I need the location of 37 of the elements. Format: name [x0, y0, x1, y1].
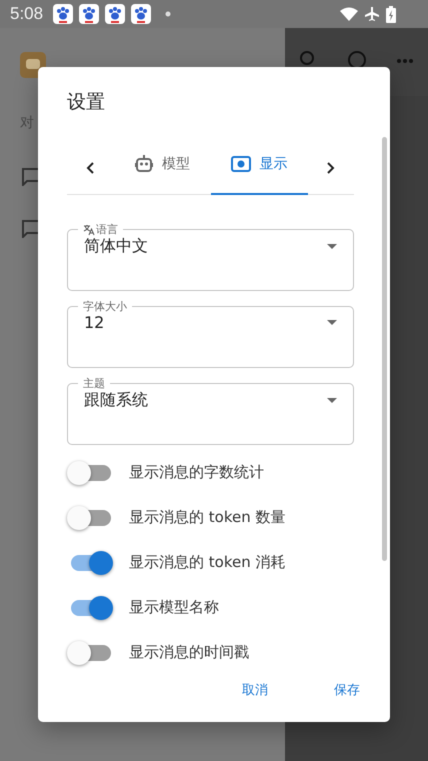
robot-icon	[134, 154, 154, 174]
paw-icon	[79, 4, 100, 24]
select-field[interactable]: 主题 跟随系统	[67, 377, 354, 445]
status-time: 5:08	[10, 4, 44, 24]
field-value: 简体中文	[84, 236, 148, 257]
dropdown-icon	[327, 244, 337, 249]
paw-icon	[53, 4, 74, 24]
paw-icon	[131, 4, 152, 24]
switch-label: 显示消息的 token 数量	[129, 508, 286, 527]
switch-label: 显示模型名称	[129, 598, 219, 617]
dialog-button[interactable]: 保存	[326, 675, 368, 705]
battery-icon	[386, 6, 396, 22]
field-label: 主题	[83, 377, 105, 390]
switch-label: 显示消息的字数统计	[129, 463, 264, 482]
airplane-icon	[364, 6, 380, 22]
history-icon[interactable]	[347, 50, 368, 70]
dropdown-icon	[327, 320, 337, 325]
translate-icon	[83, 224, 95, 236]
switch-label: 显示消息的 token 消耗	[129, 553, 286, 572]
chevron-left-icon[interactable]	[86, 162, 94, 174]
select-field[interactable]: 语言 简体中文	[67, 223, 354, 291]
dialog-button[interactable]: 取消	[234, 675, 276, 705]
field-label: 语言	[96, 223, 118, 236]
dropdown-icon	[327, 398, 337, 403]
display-icon	[231, 156, 252, 172]
settings-tab[interactable]: 显示	[210, 141, 308, 195]
field-label: 字体大小	[83, 300, 127, 313]
wifi-icon	[340, 7, 358, 21]
switch-label: 显示消息的时间戳	[129, 643, 249, 662]
settings-tab[interactable]: 模型	[113, 141, 210, 195]
paw-icon	[105, 4, 126, 24]
dot-icon	[165, 11, 172, 17]
chevron-right-icon[interactable]	[327, 162, 335, 174]
select-field[interactable]: 字体大小 12	[67, 300, 354, 368]
field-value: 跟随系统	[84, 390, 148, 411]
dialog-title: 设置	[66, 90, 106, 115]
field-value: 12	[84, 313, 104, 332]
